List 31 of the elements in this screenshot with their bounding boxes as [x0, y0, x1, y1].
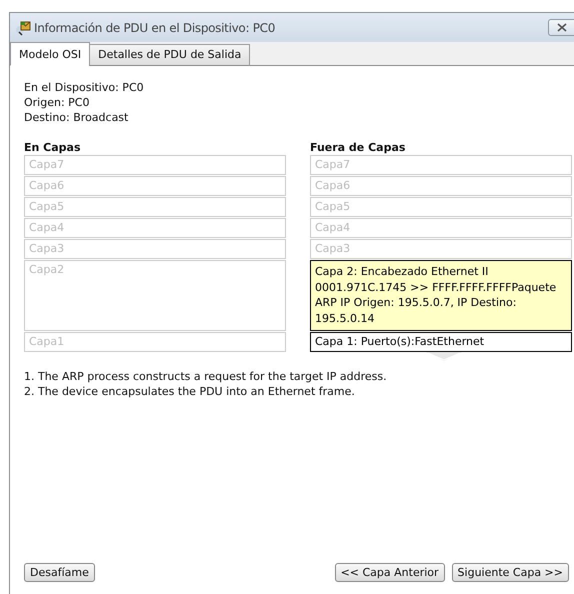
nav-button[interactable]: Siguiente Capa >> [452, 563, 569, 582]
layer-cell[interactable]: Capa7 [24, 155, 286, 175]
step-text: 1. The ARP process constructs a request for the target IP address. [24, 368, 388, 384]
column-heading: Fuera de Capas [310, 141, 406, 154]
layer-cell[interactable]: Capa3 [24, 239, 286, 259]
layer-cell[interactable]: Capa 2: Encabezado Ethernet II 0001.971C.1745 >> FFFF.FFFF.FFFFPaquete ARP IP Origen: 195.5.0.7, IP Destino: 195.5.0.14 [310, 260, 572, 331]
layer-cell[interactable]: Capa 1: Puerto(s):FastEthernet [310, 332, 572, 352]
layer-cell[interactable]: Capa6 [310, 176, 572, 196]
layer-cell[interactable]: Capa6 [24, 176, 286, 196]
layer-cell[interactable]: Capa4 [24, 218, 286, 238]
layer-cell[interactable]: Capa5 [310, 197, 572, 217]
layer-cell[interactable]: Capa2 [24, 260, 286, 331]
layer-cell[interactable]: Capa5 [24, 197, 286, 217]
layer-cell[interactable]: Capa7 [310, 155, 572, 175]
info-text: Destino: Broadcast [24, 110, 130, 125]
tab[interactable]: Detalles de PDU de Salida [89, 44, 250, 66]
challenge-button[interactable]: Desafíame [24, 563, 95, 582]
nav-button[interactable]: << Capa Anterior [334, 563, 445, 582]
window-title: Información de PDU en el Dispositivo: PC0 [34, 20, 276, 34]
chevron-down-icon [426, 352, 462, 362]
close-button[interactable] [548, 19, 574, 36]
layer-cell[interactable]: Capa4 [310, 218, 572, 238]
close-icon [556, 23, 566, 32]
layer-cell[interactable]: Capa3 [310, 239, 572, 259]
step-text: 2. The device encapsulates the PDU into an Ethernet frame. [24, 384, 356, 399]
layer-cell[interactable]: Capa1 [24, 332, 286, 352]
column-heading: En Capas [24, 141, 82, 154]
info-text: Origen: PC0 [24, 95, 90, 110]
info-text: En el Dispositivo: PC0 [24, 80, 145, 95]
tab[interactable]: Modelo OSI [10, 42, 90, 66]
envelope-icon [15, 20, 31, 36]
